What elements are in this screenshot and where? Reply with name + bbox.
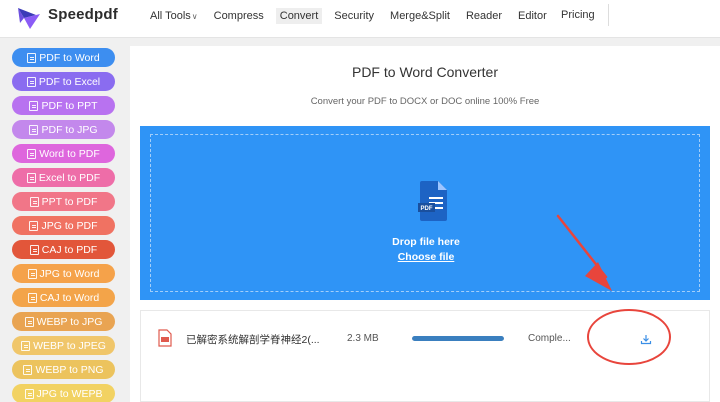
choose-file-link[interactable]: Choose file (151, 251, 701, 263)
nav-divider (608, 4, 609, 26)
conversion-progress-bar (412, 336, 504, 341)
file-icon (26, 76, 36, 87)
file-icon (23, 364, 33, 375)
sidebar-item-word-to-pdf[interactable]: Word to PDF (12, 144, 115, 163)
sidebar-item-webp-to-png[interactable]: WEBP to PNG (12, 360, 115, 379)
sidebar-item-caj-to-pdf[interactable]: CAJ to PDF (12, 240, 115, 259)
sidebar-item-pdf-to-excel[interactable]: PDF to Excel (12, 72, 115, 91)
file-icon (27, 292, 37, 303)
nav-all-tools[interactable]: All Tools∨ (146, 8, 202, 24)
file-icon (27, 268, 37, 279)
converter-panel: PDF to Word Converter Convert your PDF t… (130, 46, 720, 402)
file-dropzone[interactable]: PDF Drop file here Choose file (140, 126, 710, 300)
file-icon (29, 124, 39, 135)
nav-editor[interactable]: Editor (514, 8, 551, 24)
file-icon (21, 340, 31, 351)
file-icon (29, 220, 39, 231)
brand-name[interactable]: Speedpdf (48, 6, 118, 23)
pdf-icon-label: PDF (421, 206, 433, 212)
dropzone-border: PDF Drop file here Choose file (150, 134, 700, 292)
file-icon (29, 196, 39, 207)
nav-reader[interactable]: Reader (462, 8, 506, 24)
sidebar-item-webp-to-jpeg[interactable]: WEBP to JPEG (12, 336, 115, 355)
speedpdf-logo-icon[interactable] (16, 5, 44, 31)
tool-sidebar: PDF to Word PDF to Excel PDF to PPT PDF … (0, 38, 130, 402)
sidebar-item-jpg-to-pdf[interactable]: JPG to PDF (12, 216, 115, 235)
sidebar-item-excel-to-pdf[interactable]: Excel to PDF (12, 168, 115, 187)
sidebar-item-jpg-to-word[interactable]: JPG to Word (12, 264, 115, 283)
sidebar-item-caj-to-word[interactable]: CAJ to Word (12, 288, 115, 307)
file-icon (29, 100, 39, 111)
sidebar-item-pdf-to-word[interactable]: PDF to Word (12, 48, 115, 67)
uploaded-file-row: 已解密系统解剖学脊神经2(... 2.3 MB Comple... (140, 310, 710, 402)
sidebar-item-jpg-to-webp[interactable]: JPG to WEPB (12, 384, 115, 402)
nav-merge-split[interactable]: Merge&Split (386, 8, 454, 24)
nav-security[interactable]: Security (330, 8, 378, 24)
file-icon (27, 148, 37, 159)
file-name: 已解密系统解剖学脊神经2(... (186, 334, 320, 346)
sidebar-item-webp-to-jpg[interactable]: WEBP to JPG (12, 312, 115, 331)
chevron-down-icon: ∨ (191, 12, 198, 21)
nav-pricing[interactable]: Pricing (561, 9, 595, 21)
page-subtitle: Convert your PDF to DOCX or DOC online 1… (310, 96, 540, 107)
nav-convert[interactable]: Convert (275, 8, 323, 24)
main-nav: All Tools∨ Compress Convert Security Mer… (146, 7, 559, 25)
file-icon (24, 388, 34, 399)
top-navbar: Speedpdf All Tools∨ Compress Convert Sec… (0, 0, 720, 38)
download-icon[interactable] (640, 334, 652, 345)
progress-fill (412, 336, 504, 341)
sidebar-item-ppt-to-pdf[interactable]: PPT to PDF (12, 192, 115, 211)
pdf-document-icon: PDF (418, 181, 447, 221)
file-icon (24, 316, 34, 327)
sidebar-item-pdf-to-jpg[interactable]: PDF to JPG (12, 120, 115, 139)
file-size: 2.3 MB (347, 333, 379, 344)
drop-instruction: Drop file here (392, 236, 460, 248)
page-title: PDF to Word Converter (351, 64, 498, 80)
file-icon (26, 172, 36, 183)
file-icon (27, 52, 37, 63)
conversion-status: Comple... (528, 333, 571, 344)
nav-compress[interactable]: Compress (210, 8, 268, 24)
pdf-file-icon (158, 329, 172, 347)
file-icon (29, 244, 39, 255)
sidebar-item-pdf-to-ppt[interactable]: PDF to PPT (12, 96, 115, 115)
